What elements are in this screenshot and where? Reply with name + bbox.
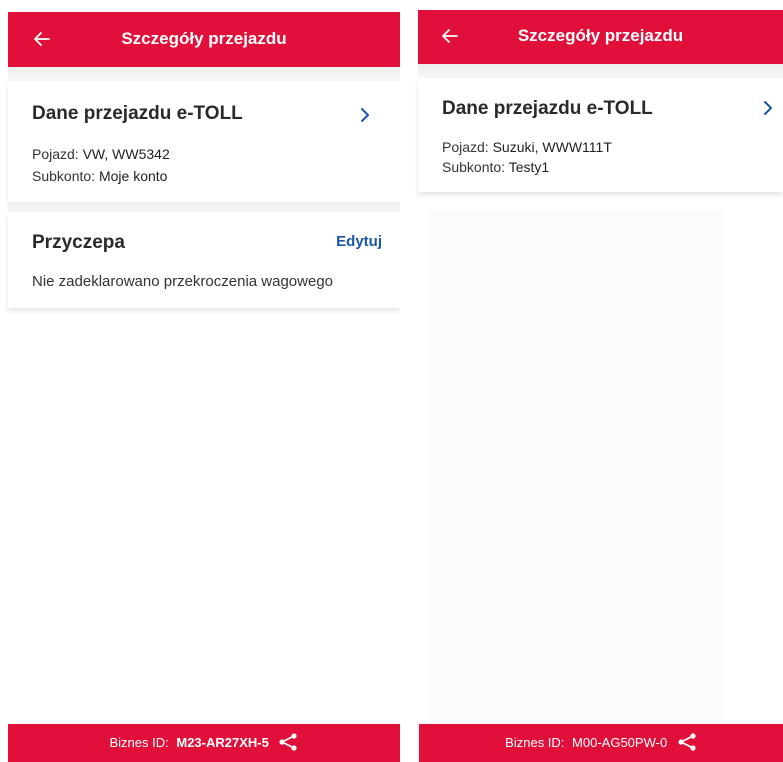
- subaccount-value: Moje konto: [98, 168, 168, 184]
- subaccount-line: Subkonto: Moje konto: [32, 168, 167, 184]
- divider: [8, 67, 400, 81]
- vehicle-value: Suzuki, WWW111T: [492, 139, 612, 155]
- trip-card-title: Dane przejazdu e-TOLL: [32, 103, 243, 124]
- trip-details-card[interactable]: Dane przejazdu e-TOLL Pojazd: Suzuki, WW…: [418, 78, 783, 192]
- chevron-right-icon[interactable]: [358, 108, 372, 122]
- business-id-value: M00-AG50PW-0: [572, 735, 668, 750]
- screen-left: Szczegóły przejazdu Dane przejazdu e-TOL…: [0, 0, 400, 762]
- trailer-card-title: Przyczepa: [32, 232, 125, 253]
- page-title: Szczegóły przejazdu: [121, 29, 287, 48]
- trip-card-title: Dane przejazdu e-TOLL: [442, 98, 653, 119]
- subaccount-value: Testy1: [508, 159, 550, 175]
- app-bar: Szczegóły przejazdu: [8, 12, 400, 67]
- chevron-right-icon[interactable]: [761, 101, 775, 115]
- divider: [418, 64, 783, 78]
- share-icon[interactable]: [677, 733, 697, 751]
- edit-trailer-link[interactable]: Edytuj: [336, 233, 382, 250]
- subaccount-line: Subkonto: Testy1: [442, 159, 549, 175]
- business-id-value: M23-AR27XH-5: [176, 735, 269, 750]
- vehicle-line: Pojazd: Suzuki, WWW111T: [442, 139, 612, 155]
- vehicle-label: Pojazd:: [442, 139, 489, 155]
- vehicle-label: Pojazd:: [32, 146, 79, 162]
- subaccount-label: Subkonto:: [32, 168, 96, 184]
- vehicle-line: Pojazd: VW, WW5342: [32, 146, 170, 162]
- footer-bar: Biznes ID: M23-AR27XH-5: [8, 724, 400, 762]
- trailer-card: Przyczepa Edytuj Nie zadeklarowano przek…: [8, 212, 400, 308]
- trip-details-card[interactable]: Dane przejazdu e-TOLL Pojazd: VW, WW5342…: [8, 81, 400, 202]
- business-id-label: Biznes ID:: [505, 735, 565, 750]
- vehicle-value: VW, WW5342: [82, 146, 170, 162]
- empty-content-area: [429, 210, 725, 720]
- screen-right: Szczegóły przejazdu Dane przejazdu e-TOL…: [415, 0, 783, 762]
- footer-bar: Biznes ID: M00-AG50PW-0: [419, 724, 783, 762]
- app-bar: Szczegóły przejazdu: [418, 10, 783, 64]
- page-title: Szczegóły przejazdu: [517, 26, 684, 45]
- business-id-label: Biznes ID:: [109, 735, 169, 750]
- share-icon[interactable]: [278, 733, 298, 751]
- weight-status-text: Nie zadeklarowano przekroczenia wagowego: [32, 273, 334, 290]
- divider: [8, 202, 400, 212]
- subaccount-label: Subkonto:: [442, 159, 506, 175]
